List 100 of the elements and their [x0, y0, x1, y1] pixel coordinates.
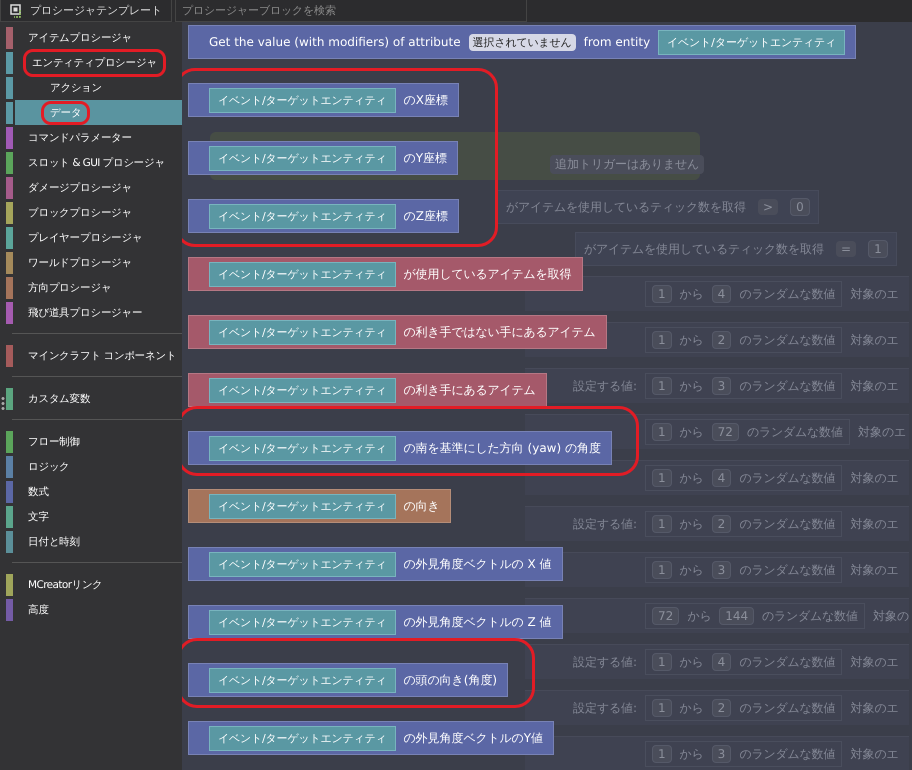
- category-item[interactable]: 文字: [6, 504, 182, 529]
- number-field[interactable]: 1: [652, 423, 672, 441]
- entity-socket[interactable]: イベント/ターゲットエンティティ: [209, 204, 396, 228]
- entity-socket[interactable]: イベント/ターゲットエンティティ: [209, 494, 396, 518]
- entity-socket[interactable]: イベント/ターゲットエンティティ: [209, 436, 396, 460]
- block-text: 対象の: [873, 608, 910, 624]
- number-field[interactable]: 72: [652, 607, 680, 625]
- block-text: 対象のエ: [850, 654, 898, 670]
- search-field[interactable]: プロシージャーブロックを検索: [175, 0, 527, 22]
- category-item[interactable]: 飛び道具プロシージャー: [6, 300, 182, 325]
- block-text: のランダムな数値: [739, 470, 836, 486]
- entity-socket[interactable]: イベント/ターゲットエンティティ: [209, 552, 396, 576]
- procedure-block[interactable]: イベント/ターゲットエンティティ の向き: [188, 489, 451, 523]
- number-field[interactable]: 2: [712, 699, 732, 717]
- number-field[interactable]: 1: [652, 377, 672, 395]
- number-field[interactable]: 72: [712, 423, 739, 441]
- block-text: から: [680, 654, 704, 670]
- category-item[interactable]: 日付と時刻: [6, 529, 182, 554]
- block-text: がアイテムを使用しているティック数を取得: [506, 198, 746, 216]
- procedure-block[interactable]: イベント/ターゲットエンティティ の頭の向き(角度): [188, 663, 508, 697]
- category-item[interactable]: コマンドパラメーター: [6, 125, 182, 150]
- procedure-block[interactable]: イベント/ターゲットエンティティ の外見角度ベクトルの X 値: [188, 547, 563, 581]
- number-field[interactable]: 1: [652, 285, 672, 303]
- number-field[interactable]: 1: [652, 745, 672, 763]
- block-text: から: [680, 424, 704, 440]
- highlight-ring: エンティティプロシージャ: [23, 48, 166, 76]
- category-item[interactable]: 数式: [6, 479, 182, 504]
- operator-dropdown[interactable]: =: [836, 241, 856, 257]
- number-field[interactable]: 1: [652, 699, 672, 717]
- number-field[interactable]: 0: [790, 198, 810, 216]
- procedure-block[interactable]: イベント/ターゲットエンティティ の南を基準にした方向 (yaw) の角度: [188, 431, 612, 465]
- number-field[interactable]: 1: [652, 331, 672, 349]
- category-item[interactable]: カスタム変数: [6, 386, 182, 411]
- category-item[interactable]: アイテムプロシージャ: [6, 25, 182, 50]
- entity-socket[interactable]: イベント/ターゲットエンティティ: [209, 726, 396, 750]
- number-field[interactable]: 1: [868, 240, 888, 258]
- block-text: の南を基準にした方向 (yaw) の角度: [404, 440, 601, 456]
- block-text: 対象のエ: [850, 746, 898, 762]
- block-text: のランダムな数値: [739, 700, 836, 716]
- attribute-dropdown[interactable]: 選択されていません: [468, 34, 576, 50]
- entity-socket[interactable]: イベント/ターゲットエンティティ: [209, 668, 396, 692]
- entity-socket[interactable]: イベント/ターゲットエンティティ: [209, 262, 396, 286]
- block-text: の外見角度ベクトルのY値: [404, 730, 544, 746]
- category-item[interactable]: データ: [6, 100, 182, 125]
- number-field[interactable]: 4: [712, 469, 732, 487]
- number-field[interactable]: 4: [712, 285, 732, 303]
- procedure-block[interactable]: イベント/ターゲットエンティティ のZ座標: [188, 199, 459, 233]
- procedure-block[interactable]: イベント/ターゲットエンティティ の外見角度ベクトルのY値: [188, 721, 554, 755]
- number-field[interactable]: 3: [712, 561, 732, 579]
- block-text: のランダムな数値: [739, 562, 836, 578]
- entity-socket[interactable]: イベント/ターゲットエンティティ: [209, 146, 396, 170]
- block-text: from entity: [584, 35, 650, 49]
- block-text: 対象のエ: [850, 562, 898, 578]
- category-item[interactable]: マインクラフト コンポーネント: [6, 343, 182, 368]
- block-text: の外見角度ベクトルの Z 値: [404, 614, 552, 630]
- entity-socket[interactable]: イベント/ターゲットエンティティ: [209, 320, 396, 344]
- procedure-block[interactable]: イベント/ターゲットエンティティ が使用しているアイテムを取得: [188, 257, 583, 291]
- category-item[interactable]: MCreatorリンク: [6, 572, 182, 597]
- number-field[interactable]: 2: [712, 515, 732, 533]
- block-text: の外見角度ベクトルの X 値: [404, 556, 552, 572]
- category-item[interactable]: スロット & GUI プロシージャ: [6, 150, 182, 175]
- entity-socket[interactable]: イベント/ターゲットエンティティ: [209, 378, 396, 402]
- operator-dropdown[interactable]: >: [758, 199, 778, 215]
- category-item[interactable]: エンティティプロシージャ: [6, 50, 182, 75]
- number-field[interactable]: 1: [652, 469, 672, 487]
- category-item[interactable]: ブロックプロシージャ: [6, 200, 182, 225]
- category-item[interactable]: ダメージプロシージャ: [6, 175, 182, 200]
- block-text: がアイテムを使用しているティック数を取得: [584, 240, 824, 258]
- procedure-block[interactable]: Get the value (with modifiers) of attribute 選択されていません from entity イベント/ターゲットエンティティ: [188, 25, 856, 59]
- number-field[interactable]: 3: [712, 377, 732, 395]
- entity-socket[interactable]: イベント/ターゲットエンティティ: [209, 88, 396, 112]
- category-item[interactable]: ワールドプロシージャ: [6, 250, 182, 275]
- entity-socket[interactable]: イベント/ターゲットエンティティ: [209, 610, 396, 634]
- block-text: 設定する値:: [572, 378, 637, 394]
- category-item[interactable]: ロジック: [6, 454, 182, 479]
- procedure-block[interactable]: イベント/ターゲットエンティティ の外見角度ベクトルの Z 値: [188, 605, 563, 639]
- block-text: 設定する値:: [572, 516, 637, 532]
- category-item[interactable]: 方向プロシージャ: [6, 275, 182, 300]
- grip-icon[interactable]: [1, 396, 5, 410]
- number-field[interactable]: 4: [712, 653, 732, 671]
- entity-socket[interactable]: イベント/ターゲットエンティティ: [658, 30, 845, 54]
- template-tab[interactable]: プロシージャテンプレート: [0, 0, 172, 22]
- number-field[interactable]: 1: [652, 515, 672, 533]
- trigger-field: 追加トリガーはありません: [550, 155, 704, 174]
- block-text: の向き: [404, 498, 440, 514]
- procedure-block[interactable]: イベント/ターゲットエンティティ のX座標: [188, 83, 459, 117]
- number-field[interactable]: 1: [652, 561, 672, 579]
- procedure-block[interactable]: イベント/ターゲットエンティティ のY座標: [188, 141, 458, 175]
- category-item[interactable]: アクション: [6, 75, 182, 100]
- number-field[interactable]: 144: [719, 607, 754, 625]
- category-item[interactable]: 高度: [6, 597, 182, 622]
- number-field[interactable]: 3: [712, 745, 732, 763]
- category-item[interactable]: フロー制御: [6, 429, 182, 454]
- block-text: から: [680, 470, 704, 486]
- procedure-block[interactable]: イベント/ターゲットエンティティ の利き手にあるアイテム: [188, 373, 547, 407]
- block-text: 設定する値:: [572, 700, 637, 716]
- number-field[interactable]: 2: [712, 331, 732, 349]
- category-item[interactable]: プレイヤープロシージャ: [6, 225, 182, 250]
- procedure-block[interactable]: イベント/ターゲットエンティティ の利き手ではない手にあるアイテム: [188, 315, 607, 349]
- number-field[interactable]: 1: [652, 653, 672, 671]
